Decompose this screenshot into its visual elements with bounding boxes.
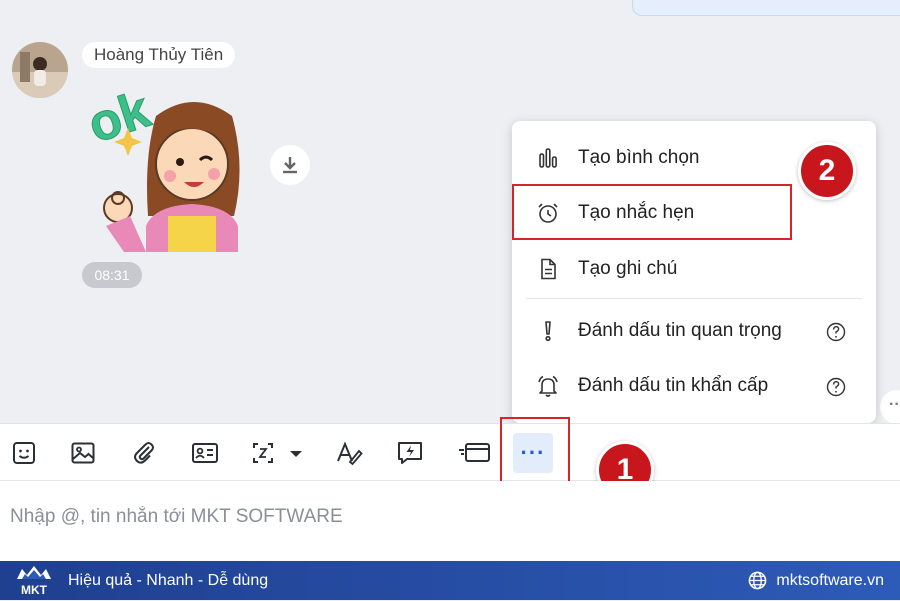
- chat-toolbar: ···: [0, 423, 900, 481]
- screenshot-icon: [253, 443, 302, 463]
- screenshot-button[interactable]: [248, 433, 310, 473]
- payment-card-icon: [459, 443, 490, 462]
- exclamation-icon: [545, 321, 551, 342]
- note-document-icon: [541, 258, 556, 280]
- contact-card-button[interactable]: [185, 433, 225, 473]
- step-2-badge: 2: [798, 142, 856, 200]
- download-button[interactable]: [270, 145, 310, 185]
- text-format-icon: [337, 441, 363, 466]
- message-time: 08:31: [82, 262, 142, 288]
- sticker-image[interactable]: ok: [81, 76, 254, 252]
- sticker-icon: [13, 442, 35, 464]
- image-icon: [71, 442, 95, 464]
- menu-item-create-note[interactable]: Tạo ghi chú: [512, 242, 876, 296]
- sender-name: Hoàng Thủy Tiên: [82, 42, 236, 68]
- quick-message-icon: [398, 442, 422, 464]
- website[interactable]: mktsoftware.vn: [748, 561, 884, 600]
- avatar[interactable]: [12, 42, 68, 98]
- help-icon[interactable]: [826, 322, 846, 342]
- menu-item-mark-important[interactable]: Đánh dấu tin quan trọng: [512, 304, 876, 358]
- website-url: mktsoftware.vn: [776, 572, 884, 589]
- bell-icon: [538, 375, 558, 397]
- image-button[interactable]: [63, 433, 103, 473]
- menu-item-mark-urgent[interactable]: Đánh dấu tin khẩn cấp: [512, 359, 876, 413]
- menu-item-label: Tạo bình chọn: [578, 147, 700, 168]
- sticker-button[interactable]: [4, 433, 44, 473]
- brand-footer: MKT Hiệu quả - Nhanh - Dễ dùng mktsoftwa…: [0, 561, 900, 600]
- side-more-button[interactable]: ···: [880, 390, 900, 424]
- menu-item-label: Tạo ghi chú: [578, 258, 678, 279]
- highlight-create-reminder: [512, 184, 792, 240]
- more-dots-icon: ···: [889, 396, 900, 413]
- poll-chart-icon: [539, 148, 557, 168]
- previous-message-bubble: [632, 0, 900, 16]
- message-input[interactable]: [8, 499, 872, 535]
- attachment-button[interactable]: [124, 433, 164, 473]
- tagline: Hiệu quả - Nhanh - Dễ dùng: [68, 572, 269, 589]
- text-format-button[interactable]: [329, 433, 369, 473]
- attachment-icon: [134, 442, 154, 464]
- mkt-logo: MKT: [14, 565, 54, 597]
- globe-icon: [749, 571, 767, 590]
- menu-item-label: Đánh dấu tin khẩn cấp: [578, 375, 769, 396]
- menu-item-label: Đánh dấu tin quan trọng: [578, 320, 782, 341]
- contact-card-icon: [192, 443, 218, 463]
- help-icon[interactable]: [826, 377, 846, 397]
- menu-divider: [526, 298, 862, 299]
- brand-text: MKT: [21, 583, 48, 596]
- payment-card-button[interactable]: [452, 433, 496, 473]
- quick-message-button[interactable]: [390, 433, 430, 473]
- message-composer: [0, 481, 900, 561]
- download-icon: [283, 157, 297, 174]
